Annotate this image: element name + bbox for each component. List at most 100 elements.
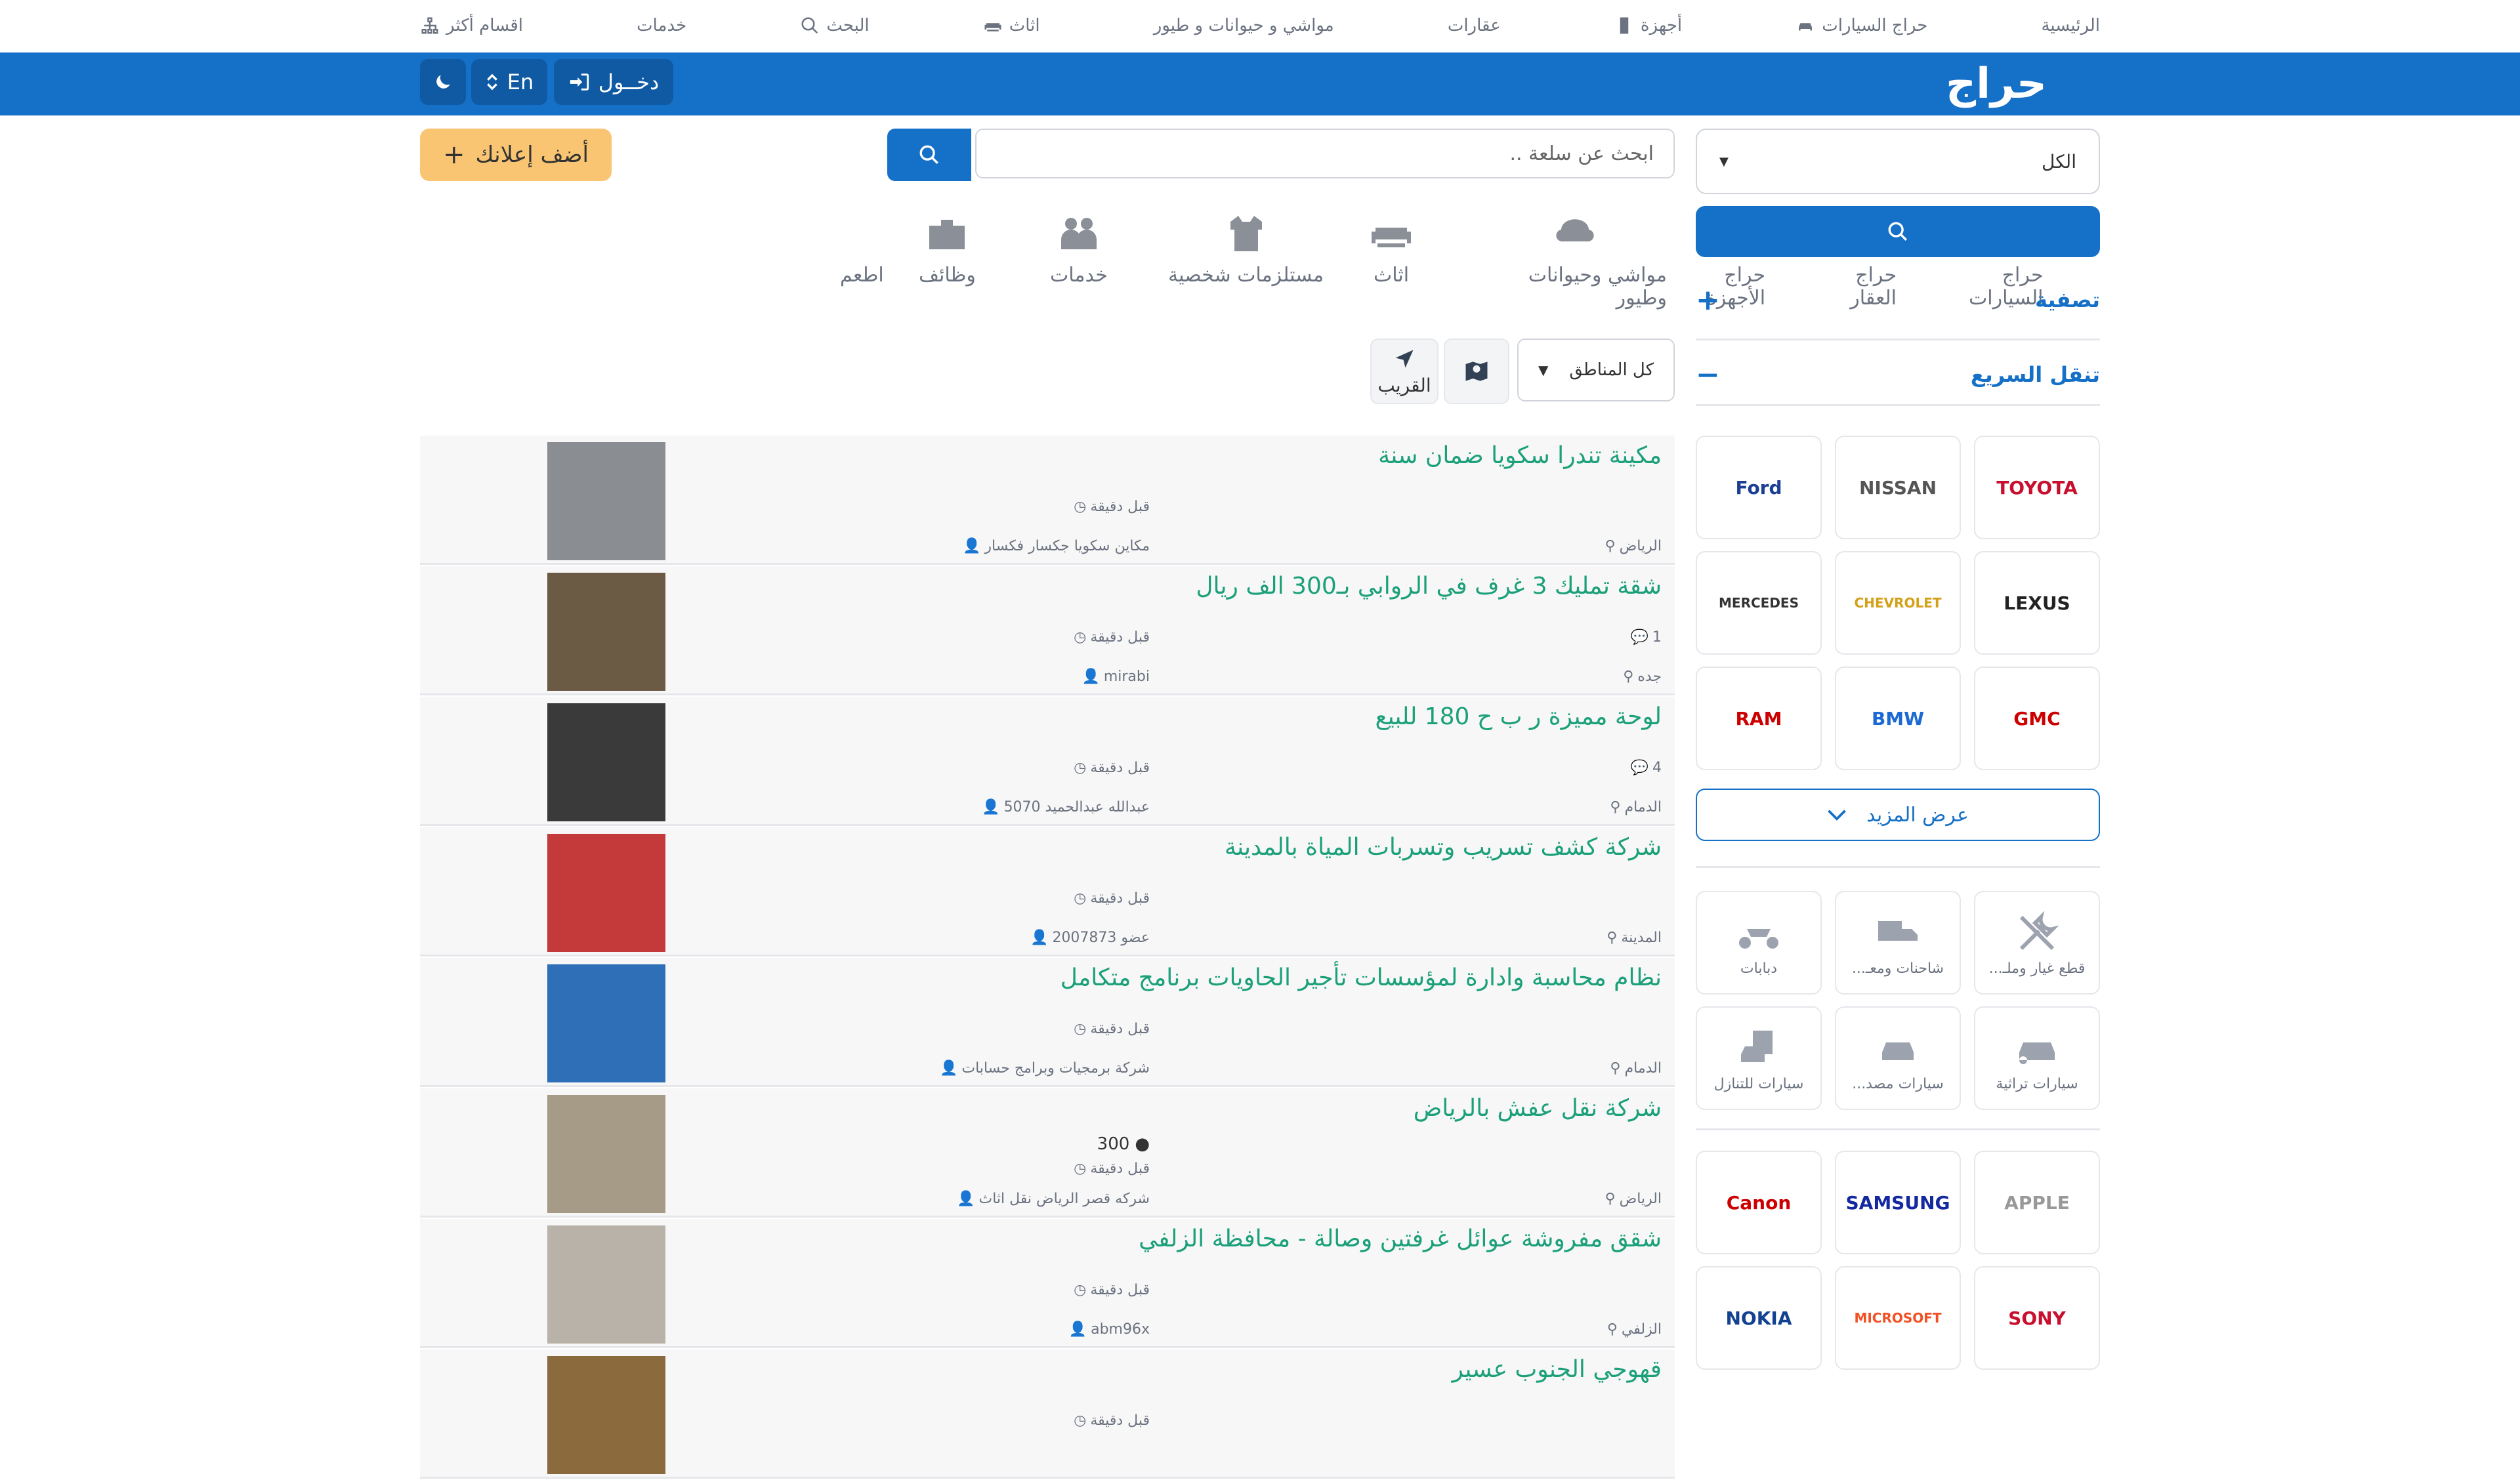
topnav-item[interactable]: الرئيسية — [2041, 16, 2100, 35]
listing-title[interactable]: مكينة تندرا سكويا ضمان سنة — [1378, 442, 1662, 469]
filter-section-header[interactable]: تصفية + — [1696, 283, 2100, 317]
truck-icon — [1878, 920, 1918, 941]
brand-logo-text: MERCEDES — [1719, 595, 1799, 611]
vehicle-type-label: سيارات تراثية — [1996, 1075, 2078, 1092]
brand-tile[interactable]: BMW — [1835, 667, 1961, 770]
listing-thumbnail[interactable] — [547, 964, 665, 1082]
listing-thumbnail[interactable] — [547, 1356, 665, 1474]
topnav-item[interactable]: مواشي و حيوانات و طيور — [1154, 16, 1334, 35]
topnav-item[interactable]: أجهزة — [1614, 16, 1682, 35]
category-select[interactable]: الكل ▼ — [1696, 129, 2100, 194]
listing-row[interactable]: شقة تمليك 3 غرف في الروابي بـ300 الف ريا… — [420, 566, 1675, 695]
category-label: اطعم — [840, 264, 884, 287]
search-icon — [1888, 222, 1907, 241]
brand-tile[interactable]: SONY — [1974, 1266, 2100, 1370]
chevron-updown-icon — [486, 73, 497, 91]
language-button[interactable]: En — [471, 59, 547, 105]
clothes-icon — [1230, 216, 1262, 251]
brand-tile[interactable]: CHEVROLET — [1835, 551, 1961, 655]
quick-nav-header[interactable]: تنقل السريع − — [1696, 358, 2100, 392]
listing-thumbnail[interactable] — [547, 703, 665, 821]
listing-title[interactable]: نظام محاسبة وادارة لمؤسسات تأجير الحاويا… — [1060, 964, 1662, 991]
user-icon: 👤 — [963, 538, 981, 554]
brand-tile[interactable]: MERCEDES — [1696, 551, 1822, 655]
listing-city-name: الدمام — [1624, 799, 1662, 815]
category-item[interactable]: مواشي وحيوانات وطيور — [1483, 210, 1667, 310]
search-input[interactable]: ابحث عن سلعة .. — [975, 129, 1675, 178]
listing-user[interactable]: عبدالله عبدالحميد 5070 👤 — [982, 799, 1150, 815]
quick-nav-title: تنقل السريع — [1970, 362, 2100, 387]
map-button[interactable] — [1444, 339, 1509, 404]
listing-thumbnail[interactable] — [547, 442, 665, 560]
category-item[interactable]: مستلزمات شخصية — [1168, 210, 1324, 287]
listing-thumbnail[interactable] — [547, 1225, 665, 1344]
listing-user[interactable]: شركة برمجيات وبرامج حسابات 👤 — [940, 1060, 1150, 1077]
caret-down-icon: ▼ — [1719, 154, 1729, 169]
add-ad-button[interactable]: أضف إعلانك + — [420, 129, 612, 181]
listing-row[interactable]: شركة كشف تسريب وتسربات المياة بالمدينة قب… — [420, 827, 1675, 956]
listing-row[interactable]: قهوجي الجنوب عسير قبل دقيقة ◷ — [420, 1349, 1675, 1479]
search-button[interactable] — [887, 129, 971, 181]
listing-row[interactable]: نظام محاسبة وادارة لمؤسسات تأجير الحاويا… — [420, 958, 1675, 1087]
listing-user[interactable]: عضو 2007873 👤 — [1030, 930, 1150, 946]
vehicle-type-tile[interactable]: دبابات — [1696, 891, 1822, 995]
vehicle-type-tile[interactable]: سيارات للتنازل — [1696, 1006, 1822, 1110]
topnav-item[interactable]: خدمات — [637, 16, 686, 35]
topnav-item[interactable]: حراج السيارات — [1796, 16, 1927, 35]
site-logo[interactable]: حراج — [1893, 59, 2100, 109]
brand-tile[interactable]: NISSAN — [1835, 436, 1961, 539]
listing-title[interactable]: شركة نقل عفش بالرياض — [1414, 1095, 1662, 1122]
listing-comments: 4 💬 — [1631, 760, 1662, 776]
topnav-item[interactable]: البحث — [800, 16, 870, 35]
brand-tile[interactable]: RAM — [1696, 667, 1822, 770]
vehicle-type-tile[interactable]: قطع غيار وملـ... — [1974, 891, 2100, 995]
listing-user[interactable]: mirabi 👤 — [1082, 668, 1150, 685]
topnav-item[interactable]: اقسام أكثر — [420, 16, 523, 35]
vehicle-type-tile[interactable]: سيارات مصد... — [1835, 1006, 1961, 1110]
topnav-item[interactable]: اثاث — [983, 16, 1040, 35]
listing-thumbnail[interactable] — [547, 1095, 665, 1213]
dark-mode-button[interactable] — [420, 59, 466, 105]
sidebar-search-button[interactable] — [1696, 206, 2100, 257]
listing-thumbnail[interactable] — [547, 573, 665, 691]
listing-title[interactable]: شقق مفروشة عوائل غرفتين وصالة - محافظة ا… — [1139, 1225, 1662, 1252]
brand-tile[interactable]: SAMSUNG — [1835, 1151, 1961, 1254]
brand-tile[interactable]: Ford — [1696, 436, 1822, 539]
user-icon: 👤 — [940, 1060, 958, 1077]
brand-tile[interactable]: NOKIA — [1696, 1266, 1822, 1370]
listing-row[interactable]: شركة نقل عفش بالرياض ● 300 قبل دقيقة ◷ شركه ق… — [420, 1088, 1675, 1218]
listing-row[interactable]: لوحة مميزة ر ب ح 180 للبيع قبل دقيقة ◷ 4 💬 عب… — [420, 697, 1675, 826]
brand-tile[interactable]: LEXUS — [1974, 551, 2100, 655]
vehicle-type-tile[interactable]: شاحنات ومعـ... — [1835, 891, 1961, 995]
crashed-car-icon — [1878, 1036, 1914, 1060]
brand-tile[interactable]: Canon — [1696, 1151, 1822, 1254]
show-more-button[interactable]: عرض المزيد — [1696, 789, 2100, 841]
category-item[interactable]: اطعم — [840, 210, 884, 287]
brand-tile[interactable]: GMC — [1974, 667, 2100, 770]
vehicle-type-tile[interactable]: سيارات تراثية — [1974, 1006, 2100, 1110]
listing-user[interactable]: شركه قصر الرياض نقل اثاث 👤 — [957, 1191, 1150, 1207]
topnav-item[interactable]: عقارات — [1448, 16, 1501, 35]
listing-user[interactable]: مكاين سكويا جكسار فكسار 👤 — [963, 538, 1150, 554]
listing-title[interactable]: شقة تمليك 3 غرف في الروابي بـ300 الف ريا… — [1196, 573, 1662, 600]
user-icon: 👤 — [982, 799, 1000, 815]
listing-row[interactable]: مكينة تندرا سكويا ضمان سنة قبل دقيقة ◷ مكاي… — [420, 436, 1675, 565]
listing-title[interactable]: لوحة مميزة ر ب ح 180 للبيع — [1376, 703, 1662, 730]
listing-thumbnail[interactable] — [547, 834, 665, 952]
listing-row[interactable]: شقق مفروشة عوائل غرفتين وصالة - محافظة ا… — [420, 1219, 1675, 1348]
car-icon — [1799, 23, 1813, 31]
listing-city: الزلفي ⚲ — [1607, 1321, 1662, 1338]
listing-user[interactable]: abm96x 👤 — [1069, 1321, 1150, 1338]
category-item[interactable]: خدمات — [1050, 210, 1108, 287]
region-select[interactable]: كل المناطق ▼ — [1517, 339, 1675, 401]
listing-title[interactable]: قهوجي الجنوب عسير — [1452, 1356, 1662, 1383]
brand-tile[interactable]: MICROSOFT — [1835, 1266, 1961, 1370]
category-item[interactable]: اثاث — [1365, 210, 1418, 287]
listing-user-name: شركه قصر الرياض نقل اثاث — [978, 1191, 1150, 1207]
category-item[interactable]: وظائف — [919, 210, 976, 287]
nearby-button[interactable]: القريب — [1370, 339, 1438, 404]
listing-title[interactable]: شركة كشف تسريب وتسربات المياة بالمدينة — [1225, 834, 1662, 861]
login-button[interactable]: دخــول — [554, 59, 673, 105]
brand-tile[interactable]: TOYOTA — [1974, 436, 2100, 539]
brand-tile[interactable]: APPLE — [1974, 1151, 2100, 1254]
